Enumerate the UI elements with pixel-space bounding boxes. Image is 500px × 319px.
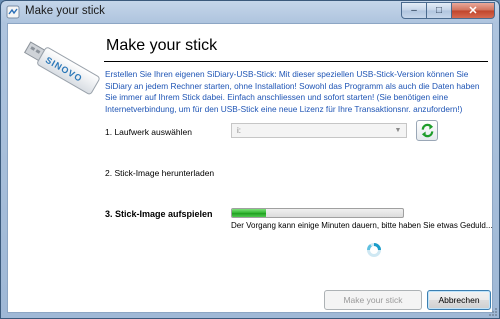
progress-status-text: Der Vorgang kann einige Minuten dauern, … <box>231 221 493 230</box>
window-controls: – □ ✕ <box>401 2 495 20</box>
resize-grip-icon[interactable] <box>488 307 498 317</box>
title-bar[interactable]: Make your stick – □ ✕ <box>1 1 499 23</box>
drive-select-value: i: <box>237 126 241 135</box>
minimize-icon: – <box>411 5 417 16</box>
refresh-button[interactable] <box>416 120 438 141</box>
drive-select[interactable]: i: ▼ <box>231 123 407 138</box>
app-icon <box>6 5 20 19</box>
progress-fill <box>232 209 267 217</box>
chevron-down-icon: ▼ <box>394 127 402 134</box>
progress-bar <box>231 208 404 218</box>
minimize-button[interactable]: – <box>401 2 427 19</box>
maximize-button[interactable]: □ <box>427 2 452 19</box>
refresh-icon <box>421 123 434 138</box>
cancel-button[interactable]: Abbrechen <box>427 290 491 310</box>
close-icon: ✕ <box>468 5 478 17</box>
maximize-icon: □ <box>435 5 443 16</box>
intro-text: Erstellen Sie Ihren eigenen SiDiary-USB-… <box>105 69 480 114</box>
loading-spinner-icon <box>367 243 381 257</box>
window-title: Make your stick <box>25 5 105 17</box>
app-window: Make your stick – □ ✕ SINOVO Make your s… <box>0 0 500 319</box>
wizard-panel: SINOVO Make your stick Erstellen Sie Ihr… <box>7 23 493 313</box>
usb-stick-logo: SINOVO <box>24 41 100 95</box>
step-download-image: 2. Stick-Image herunterladen <box>105 168 215 178</box>
make-stick-button[interactable]: Make your stick <box>324 290 422 310</box>
close-button[interactable]: ✕ <box>452 2 495 19</box>
page-title: Make your stick <box>106 37 218 54</box>
step-write-image: 3. Stick-Image aufspielen <box>105 209 213 219</box>
step-select-drive: 1. Laufwerk auswählen <box>105 127 192 137</box>
title-divider <box>104 61 488 62</box>
